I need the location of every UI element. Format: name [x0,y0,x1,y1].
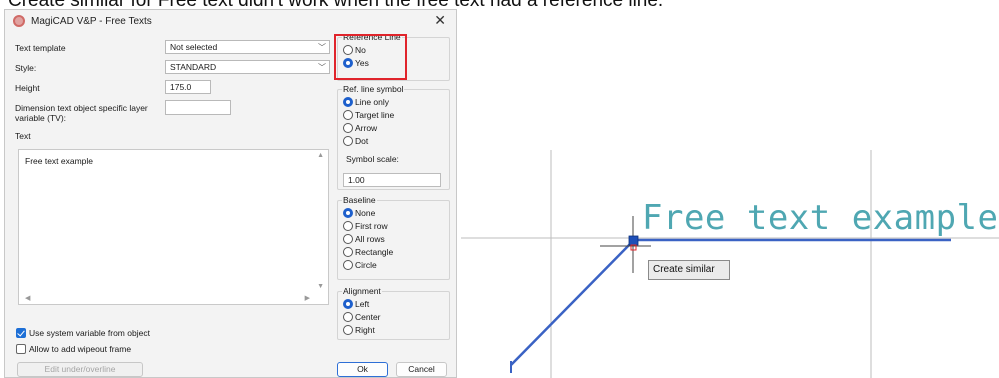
radio-on-icon [343,299,353,309]
symbol-scale-label: Symbol scale: [346,154,399,164]
text-template-select[interactable]: Not selected ﹀ [165,40,330,54]
scroll-left-icon[interactable]: ◀ [25,294,30,302]
alignment-group: Alignment Left Center Right [337,286,450,340]
text-label: Text [15,131,31,141]
radio-off-icon [343,234,353,244]
text-area-content: Free text example [25,156,94,166]
radio-off-icon [343,136,353,146]
radio-off-icon [343,123,353,133]
radio-off-icon [343,260,353,270]
checkbox-unchecked-icon [16,344,26,354]
chevron-down-icon: ﹀ [318,63,326,72]
allow-wipeout-label: Allow to add wipeout frame [29,344,132,354]
dimension-layer-label-line2: variable (TV): [15,113,67,123]
ok-button[interactable]: Ok [337,362,388,377]
reference-line-highlight-box [334,34,407,80]
grip-square-icon [628,235,639,246]
scroll-up-icon[interactable]: ▲ [317,152,324,159]
dimension-layer-label-line1: Dimension text object specific layer [15,103,148,113]
radio-arrow[interactable]: Arrow [343,123,377,133]
radio-label: Line only [355,97,390,107]
close-icon[interactable]: ✕ [434,12,446,29]
radio-align-left[interactable]: Left [343,299,369,309]
screenshot-root: Create similar for Free text didn't work… [0,0,999,378]
radio-label: All rows [355,234,385,244]
radio-label: Circle [355,260,377,270]
radio-off-icon [343,247,353,257]
checkbox-checked-icon [16,328,26,338]
text-template-value: Not selected [170,42,218,52]
style-select[interactable]: STANDARD ﹀ [165,60,330,74]
baseline-group: Baseline None First row All rows Rectang… [337,195,450,280]
radio-baseline-none[interactable]: None [343,208,375,218]
ref-line-symbol-title: Ref. line symbol [342,84,405,94]
radio-off-icon [343,110,353,120]
radio-label: Dot [355,136,369,146]
radio-baseline-all-rows[interactable]: All rows [343,234,385,244]
radio-align-right[interactable]: Right [343,325,375,335]
dimension-layer-input[interactable] [165,100,231,115]
baseline-title: Baseline [342,195,377,205]
radio-dot[interactable]: Dot [343,136,368,146]
radio-line-only[interactable]: Line only [343,97,389,107]
radio-label: Target line [355,110,395,120]
radio-off-icon [343,325,353,335]
chevron-down-icon: ﹀ [318,43,326,52]
radio-align-center[interactable]: Center [343,312,381,322]
height-label: Height [15,83,40,93]
edit-under-overline-button[interactable]: Edit under/overline [17,362,143,377]
create-similar-tooltip[interactable]: Create similar [648,260,730,280]
radio-baseline-rectangle[interactable]: Rectangle [343,247,393,257]
radio-label: Center [355,312,381,322]
alignment-title: Alignment [342,286,382,296]
use-system-variable-label: Use system variable from object [29,328,150,338]
radio-label: Left [355,299,370,309]
radio-off-icon [343,221,353,231]
text-template-label: Text template [15,43,66,53]
radio-label: None [355,208,376,218]
radio-on-icon [343,208,353,218]
radio-baseline-circle[interactable]: Circle [343,260,377,270]
scroll-down-icon[interactable]: ▼ [317,283,324,290]
allow-wipeout-checkbox[interactable]: Allow to add wipeout frame [16,344,131,354]
scroll-right-icon[interactable]: ▶ [305,294,310,302]
cad-viewport[interactable]: Free text example Create similar [461,33,999,378]
height-input[interactable]: 175.0 [165,80,211,94]
use-system-variable-checkbox[interactable]: Use system variable from object [16,328,150,338]
text-area[interactable]: Free text example ▲ ▼ ◀ ▶ [18,149,329,305]
dialog-title: MagiCAD V&P - Free Texts [31,15,152,27]
radio-label: Rectangle [355,247,394,257]
radio-on-icon [343,97,353,107]
cancel-button[interactable]: Cancel [396,362,447,377]
radio-label: Right [355,325,375,335]
symbol-scale-input[interactable]: 1.00 [343,173,441,187]
style-label: Style: [15,63,37,73]
radio-baseline-first-row[interactable]: First row [343,221,388,231]
magicad-app-icon [13,15,25,27]
radio-target-line[interactable]: Target line [343,110,394,120]
reference-line [510,239,635,366]
free-text-object[interactable]: Free text example [642,198,999,238]
radio-label: First row [355,221,388,231]
title-bar: MagiCAD V&P - Free Texts ✕ [5,10,456,32]
radio-off-icon [343,312,353,322]
style-value: STANDARD [170,62,217,72]
ref-line-symbol-group: Ref. line symbol Line only Target line A… [337,84,450,190]
radio-label: Arrow [355,123,378,133]
